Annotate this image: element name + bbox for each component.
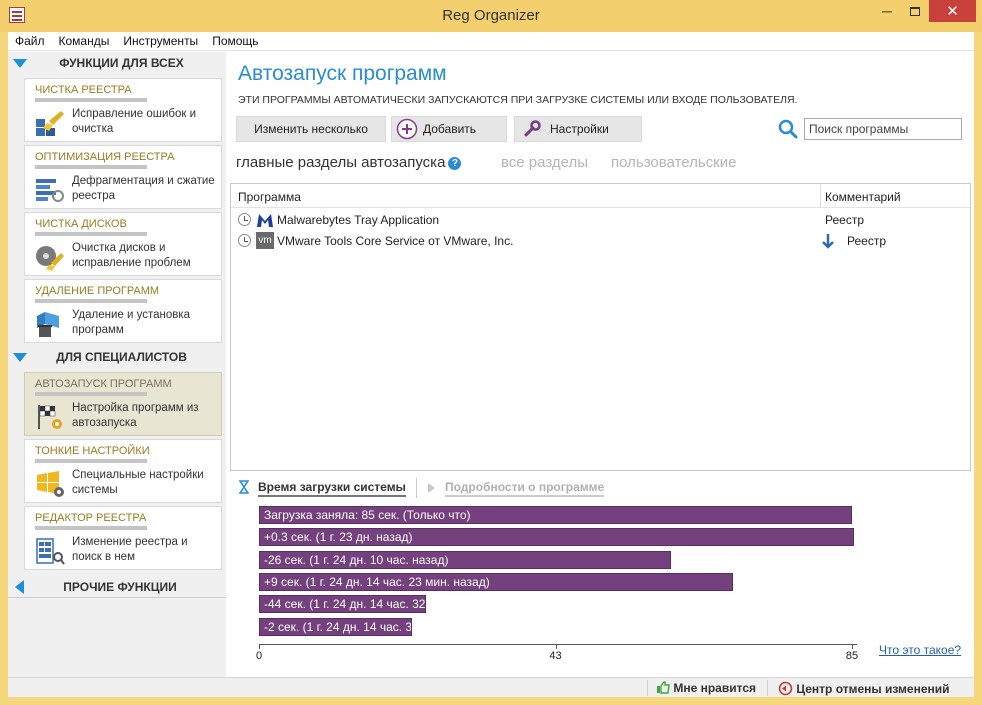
title-bar: Reg Organizer ─ ✕ [0, 0, 982, 32]
undo-icon [778, 681, 793, 696]
settings-button[interactable]: Настройки [514, 116, 642, 142]
tab-main-sections[interactable]: главные разделы автозапуска? [236, 154, 462, 171]
chart-tick-label: 0 [255, 650, 263, 662]
chart-tick-label: 43 [549, 650, 562, 662]
status-bar: Мне нравится Центр отмены изменений [8, 677, 974, 697]
menu-tools[interactable]: Инструменты [116, 34, 205, 48]
menu-help[interactable]: Помощь [205, 34, 265, 48]
group-header-all[interactable]: ФУНКЦИИ ДЛЯ ВСЕХ [8, 52, 226, 74]
chart-tick-label: 85 [845, 650, 859, 662]
registry-optimize-icon [36, 179, 64, 202]
tab-user-sections[interactable]: пользовательские [611, 154, 736, 171]
add-button[interactable]: Добавить [391, 116, 507, 142]
program-list: Программа Комментарий Malwarebytes Tray … [230, 183, 971, 471]
list-header: Программа Комментарий [231, 184, 970, 208]
help-icon[interactable]: ? [448, 157, 462, 170]
menu-file[interactable]: Файл [8, 34, 52, 48]
registry-editor-icon [36, 538, 65, 565]
undo-center-button[interactable]: Центр отмены изменений [778, 681, 950, 696]
collapse-triangle-icon [13, 352, 27, 362]
clock-icon [238, 234, 251, 247]
window-client: Файл Команды Инструменты Помощь ФУНКЦИИ … [8, 32, 974, 697]
maximize-icon [910, 6, 920, 16]
sidebar-item-startup[interactable]: АВТОЗАПУСК ПРОГРАММ Настройка программ и… [24, 372, 222, 436]
menu-bar: Файл Команды Инструменты Помощь [8, 32, 974, 51]
search-input[interactable] [804, 118, 962, 140]
like-button[interactable]: Мне нравится [656, 681, 756, 695]
wrench-icon [524, 120, 541, 137]
arrow-down-icon [822, 234, 834, 249]
group-header-other[interactable]: ПРОЧИЕ ФУНКЦИИ [8, 576, 226, 598]
sidebar-item-registry-clean[interactable]: ЧИСТКА РЕЕСТРА Исправление ошибок и очис… [24, 78, 222, 142]
menu-commands[interactable]: Команды [52, 34, 117, 48]
sidebar-item-uninstall[interactable]: УДАЛЕНИЕ ПРОГРАММ Удаление и установка п… [24, 279, 222, 343]
what-is-this-link[interactable]: Что это такое? [879, 643, 961, 657]
expand-triangle-icon [15, 579, 24, 594]
chart-x-axis [259, 644, 857, 645]
malwarebytes-icon [257, 214, 273, 227]
hourglass-icon [239, 480, 249, 494]
registry-clean-icon [36, 111, 64, 136]
boot-time-bar[interactable]: +9 сек. (1 г. 24 дн. 14 час. 23 мин. наз… [259, 572, 734, 591]
maximize-button[interactable] [901, 0, 929, 22]
window-title: Reg Organizer [442, 7, 540, 24]
play-icon [428, 483, 435, 493]
tab-all-sections[interactable]: все разделы [501, 154, 588, 171]
search-icon [778, 119, 798, 139]
chart-tick [259, 645, 260, 649]
boot-time-bar[interactable]: Загрузка заняла: 85 сек. (Только что) [259, 506, 852, 524]
chart-tick [555, 645, 557, 649]
edit-multiple-button[interactable]: Изменить несколько [236, 116, 386, 142]
sidebar-item-tweaks[interactable]: ТОНКИЕ НАСТРОЙКИ Специальные настройки с… [24, 439, 222, 503]
tab-boot-time[interactable]: Время загрузки системы [258, 480, 406, 497]
sidebar-item-registry-optimize[interactable]: ОПТИМИЗАЦИЯ РЕЕСТРА Дефрагментация и сжа… [24, 145, 222, 209]
page-subtitle: ЭТИ ПРОГРАММЫ АВТОМАТИЧЕСКИ ЗАПУСКАЮТСЯ … [238, 94, 798, 106]
main-panel: Автозапуск программ ЭТИ ПРОГРАММЫ АВТОМА… [230, 52, 974, 677]
sidebar-item-disk-clean[interactable]: ЧИСТКА ДИСКОВ Очистка дисков и исправлен… [24, 212, 222, 276]
boot-time-bar[interactable]: -26 сек. (1 г. 24 дн. 10 час. назад) [259, 550, 671, 569]
sidebar-item-registry-editor[interactable]: РЕДАКТОР РЕЕСТРА Изменение реестра и пои… [24, 506, 222, 570]
collapse-triangle-icon [13, 58, 27, 68]
boot-time-chart: Загрузка заняла: 85 сек. (Только что) +0.… [254, 506, 858, 662]
column-header-program[interactable]: Программа [238, 190, 301, 204]
table-row[interactable]: vm VMware Tools Core Service от VMware, … [231, 231, 970, 252]
boot-time-bar[interactable]: -2 сек. (1 г. 24 дн. 14 час. 3... [259, 617, 413, 636]
windows-settings-icon [37, 471, 64, 497]
column-header-comment[interactable]: Комментарий [825, 190, 901, 204]
sidebar: ФУНКЦИИ ДЛЯ ВСЕХ ЧИСТКА РЕЕСТРА Исправле… [8, 52, 226, 677]
tab-program-details[interactable]: Подробности о программе [445, 480, 605, 497]
add-icon [396, 118, 418, 140]
chart-tick [852, 645, 853, 649]
vmware-icon: vm [256, 232, 274, 249]
startup-flag-icon [38, 405, 62, 429]
disk-clean-icon [36, 246, 64, 271]
clock-icon [238, 213, 251, 226]
page-title: Автозапуск программ [238, 62, 447, 85]
close-button[interactable]: ✕ [929, 0, 976, 22]
minimize-button[interactable]: ─ [873, 0, 901, 22]
boot-time-bar[interactable]: +0.3 сек. (1 г. 23 дн. назад) [259, 528, 855, 547]
uninstall-icon [37, 312, 59, 337]
table-row[interactable]: Malwarebytes Tray Application Реестр [231, 210, 970, 231]
thumbs-up-icon [657, 681, 670, 694]
boot-time-bar[interactable]: -44 сек. (1 г. 24 дн. 14 час. 32 ... [259, 595, 427, 614]
group-header-pro[interactable]: ДЛЯ СПЕЦИАЛИСТОВ [8, 346, 226, 368]
